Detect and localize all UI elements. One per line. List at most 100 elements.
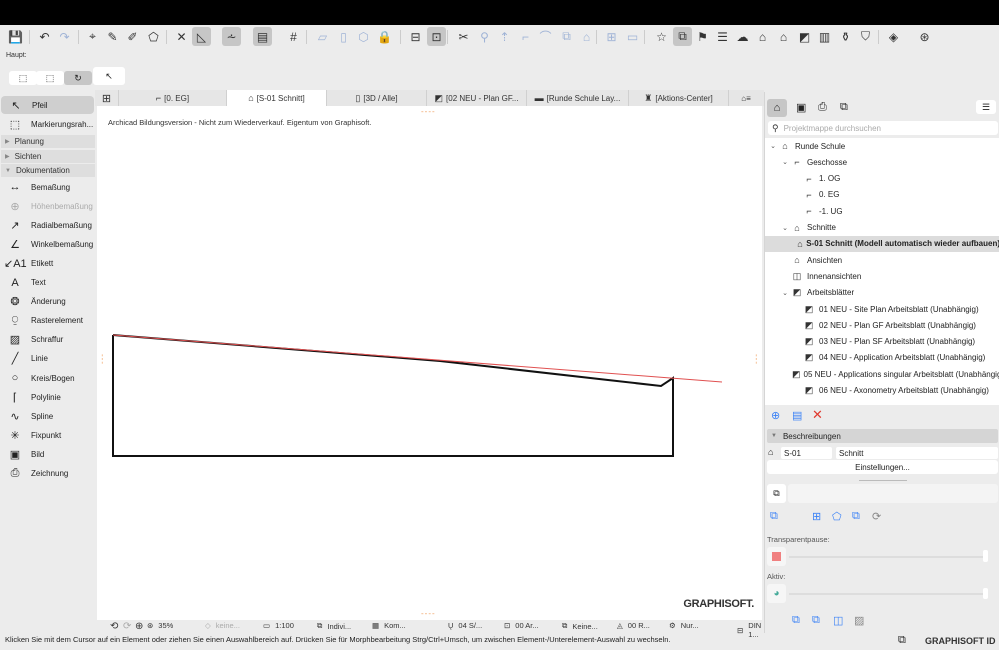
graphisoft-id-button[interactable]: GRAPHISOFT ID (925, 636, 996, 646)
id-field[interactable]: S-01 (781, 447, 832, 459)
tool-bemassung[interactable]: ↔ Bemaßung (0, 178, 95, 196)
scale-control[interactable]: ▭ 1:100 (263, 621, 294, 630)
model-view-control[interactable]: Ų 04 S/... (448, 621, 482, 630)
new-view-icon[interactable]: ⊕ (771, 409, 780, 422)
books-button[interactable]: ▥ (815, 27, 834, 46)
surface-button[interactable]: ▯ (334, 27, 353, 46)
split-icon[interactable]: ◫ (833, 614, 843, 627)
tree-item[interactable]: ⌐ -1. UG (765, 203, 999, 219)
redo-button[interactable]: ↷ (55, 27, 74, 46)
tool-aenderung[interactable]: ❂ Änderung (0, 293, 95, 311)
tool-spline[interactable]: ∿ Spline (0, 407, 95, 425)
tree-item[interactable]: ◫ Innenansichten (765, 268, 999, 284)
roof-button[interactable]: ⌂ (577, 27, 596, 46)
guide-lines-button[interactable]: ◺ (192, 27, 211, 46)
eyedropper-button[interactable]: ✎ (103, 27, 122, 46)
section-canvas[interactable]: Archicad Bildungsversion - Nicht zum Wie… (97, 106, 762, 620)
zoom-magnifier-icon[interactable]: ⊕ (135, 621, 143, 632)
pan-trace-icon[interactable]: ⧉ (792, 614, 800, 627)
tree-item[interactable]: ⌄ ⌂ Schnitte (765, 220, 999, 236)
compare-icon[interactable]: ⧉ (812, 614, 820, 627)
polygon-button[interactable]: ⬠ (144, 27, 163, 46)
settings-list-icon[interactable]: ▤ (792, 409, 802, 422)
tree-item[interactable]: ◩ 02 NEU - Plan GF Arbeitsblatt (Unabhäng… (765, 317, 999, 333)
lock-button[interactable]: 🔒 (375, 27, 394, 46)
group-dokumentation[interactable]: ▼ Dokumentation (1, 164, 95, 177)
tab-3[interactable]: ◩ [02 NEU - Plan GF... (427, 90, 527, 106)
tree-item[interactable]: ⌂ S-01 Schnitt (Modell automatisch wieder… (765, 235, 999, 252)
mirror-trace-icon[interactable]: ⧉ (852, 510, 860, 523)
snap-guides-button[interactable]: ⩪ (222, 27, 241, 46)
marquee-mode-button[interactable]: ⬚ (36, 71, 64, 85)
tab-overflow-menu[interactable]: ⌂≡ (731, 90, 761, 106)
arrow-tool-button[interactable]: ↖ (93, 67, 125, 85)
schedule-button[interactable]: ☰ (713, 27, 732, 46)
tree-item[interactable]: ⌂ Ansichten (765, 252, 999, 268)
snap-points-button[interactable]: ▤ (253, 27, 272, 46)
tweezers-button[interactable]: ⚲ (475, 27, 494, 46)
transparency-slider[interactable] (789, 556, 985, 558)
tab-overview[interactable]: ⊞ (95, 90, 119, 106)
tab-1[interactable]: ⌂ [S-01 Schnitt] (227, 90, 327, 106)
tag-button[interactable]: ⛉ (856, 27, 875, 46)
building-button[interactable]: ⌂ (774, 27, 793, 46)
tool-schraffur[interactable]: ▨ Schraffur (0, 331, 95, 349)
tool-polylinie[interactable]: ⌈ Polylinie (0, 388, 95, 406)
renovation-button[interactable]: ⚱ (836, 27, 855, 46)
tree-item[interactable]: ⌐ 1. OG (765, 171, 999, 187)
grid-button[interactable]: # (284, 27, 303, 46)
distribute-button[interactable]: ⊞ (602, 27, 621, 46)
tool-linie[interactable]: ╱ Linie (0, 350, 95, 368)
archicad-button[interactable]: ⊛ (915, 27, 934, 46)
tab-2[interactable]: ▯ [3D / Alle] (327, 90, 427, 106)
tree-item[interactable]: ⌐ 0. EG (765, 187, 999, 203)
tool-bild[interactable]: ▣ Bild (0, 445, 95, 463)
panel-menu-button[interactable]: ☰ (976, 100, 996, 114)
tab-4[interactable]: ▬ [Runde Schule Lay... (527, 90, 629, 106)
active-slider-thumb[interactable] (983, 588, 988, 599)
graphic-override-control[interactable]: ⧉ Keine... (562, 621, 598, 631)
tool-hoehenbemassung[interactable]: ⊕ Höhenbemaßung (0, 197, 95, 215)
trace-reference-button[interactable]: ⧉ (767, 484, 786, 503)
view-option-control[interactable]: ⊡ 00 Ar... (504, 621, 539, 630)
renovation-control[interactable]: ◬ 00 R... (617, 621, 650, 630)
tree-item[interactable]: ◩ 05 NEU - Applications singular Arbeitsb… (765, 366, 999, 382)
layout-book-icon[interactable]: ⎙ (818, 101, 827, 114)
trace-reference-field[interactable] (788, 484, 998, 503)
zoom-in-back-icon[interactable]: ⟳ (123, 621, 131, 632)
tool-kreis-bogen[interactable]: ○ Kreis/Bogen (0, 369, 95, 387)
active-color-button[interactable]: ◕ (767, 584, 786, 603)
move-trace-icon[interactable]: ⊞ (812, 510, 821, 523)
tree-item[interactable]: ◩ 03 NEU - Plan SF Arbeitsblatt (Unabhäng… (765, 334, 999, 350)
view-map-icon[interactable]: ▣ (796, 101, 806, 114)
tree-item[interactable]: ◩ 06 NEU - Axonometry Arbeitsblatt (Unabh… (765, 383, 999, 399)
tree-item[interactable]: ◩ 04 NEU - Application Arbeitsblatt (Unab… (765, 350, 999, 366)
tool-markierungsrahmen[interactable]: ⬚ Markierungsrah... (0, 115, 95, 133)
layer-combination-control[interactable]: ⧉ Indivi... (317, 621, 351, 631)
fillet-button[interactable]: ⌒ (536, 27, 555, 46)
tool-radialbemassung[interactable]: ↗ Radialbemaßung (0, 216, 95, 234)
drawing-button[interactable]: ◩ (795, 27, 814, 46)
tab-5[interactable]: ♜ [Aktions-Center] (629, 90, 729, 106)
swap-icon[interactable]: ⧉ (770, 510, 778, 523)
group-planung[interactable]: ▶ Planung (1, 135, 95, 148)
zoom-out-icon[interactable]: ⟲ (110, 621, 118, 632)
structure-display-control[interactable]: ⚙ Nur... (669, 621, 699, 630)
scissors-button[interactable]: ✂ (454, 27, 473, 46)
tree-item[interactable]: ⌄ ⌂ Runde Schule (765, 138, 999, 154)
tool-etikett[interactable]: ↙A1 Etikett (0, 254, 95, 272)
tree-item[interactable]: ◩ 01 NEU - Site Plan Arbeitsblatt (Unabhä… (765, 301, 999, 317)
tab-0[interactable]: ⌐ [0. EG] (119, 90, 227, 106)
splitter[interactable] (859, 480, 907, 481)
save-button[interactable]: 💾 (6, 27, 25, 46)
publish-button[interactable]: ⌂ (753, 27, 772, 46)
settings-button[interactable]: Einstellungen... (767, 460, 998, 474)
elevate-button[interactable]: ⇡ (495, 27, 514, 46)
tool-rasterelement[interactable]: ⍜ Rasterelement (0, 312, 95, 330)
window-layout-icon[interactable]: ⧉ (898, 634, 906, 647)
trace-color-button[interactable] (767, 547, 786, 566)
tool-fixpunkt[interactable]: ✳ Fixpunkt (0, 426, 95, 444)
renovation-filter-control[interactable]: ◇ keine... (205, 621, 240, 630)
selection-mode-button[interactable]: ⬚ (9, 71, 37, 85)
dimension-scale-button[interactable]: ⊟ (406, 27, 425, 46)
